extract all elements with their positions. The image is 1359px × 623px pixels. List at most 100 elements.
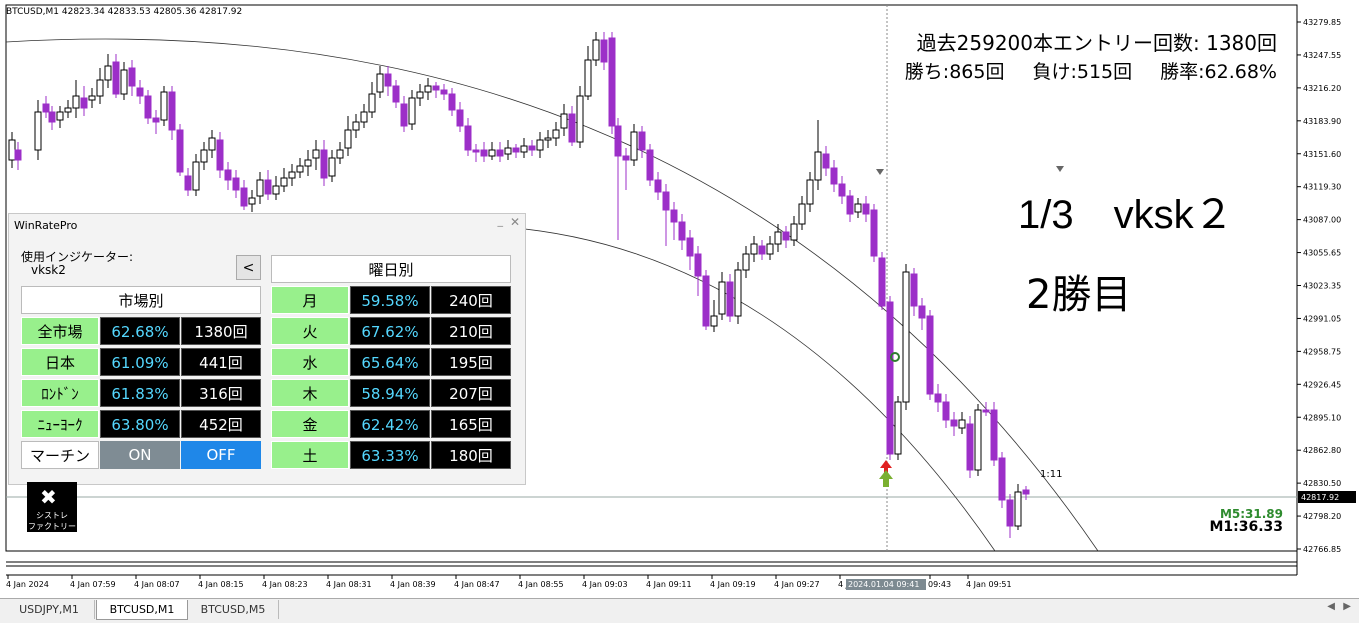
time-label: 4 Jan 08:07 <box>134 580 180 589</box>
weekday-count-wed: 195回 <box>431 348 511 376</box>
m1-timer: M1:36.33 <box>1209 519 1283 535</box>
bearish-candle <box>432 85 440 91</box>
market-name-all[interactable]: 全市場 <box>21 317 99 345</box>
chart-tab-bar: USDJPY,M1 BTCUSD,M1 BTCUSD,M5 ◀ ▶ <box>0 598 1359 623</box>
weekday-name-sat[interactable]: 土 <box>271 441 349 469</box>
bearish-candle <box>136 87 144 97</box>
bullish-candle <box>248 197 256 205</box>
bullish-candle <box>544 137 552 141</box>
annotation-win-count: 2勝目 <box>1026 272 1132 318</box>
bearish-candle <box>456 109 464 127</box>
martin-on-button[interactable]: ON <box>100 441 180 469</box>
bearish-candle <box>144 95 152 119</box>
market-name-london[interactable]: ﾛﾝﾄﾞﾝ <box>21 379 99 407</box>
bearish-candle <box>662 191 670 211</box>
bullish-candle <box>560 113 568 129</box>
bearish-candle <box>608 37 616 127</box>
bullish-candle <box>424 85 432 93</box>
close-icon[interactable]: ✕ <box>510 215 520 229</box>
bullish-candle <box>280 177 288 187</box>
systore-factory-logo: ✖ シストレ ファクトリー <box>27 482 77 532</box>
bearish-candle <box>600 39 608 63</box>
bullish-candle <box>72 95 80 109</box>
market-header[interactable]: 市場別 <box>21 286 261 314</box>
indicator-value: vksk2 <box>31 263 66 277</box>
bullish-candle <box>774 231 782 245</box>
weekday-name-tue[interactable]: 火 <box>271 317 349 345</box>
market-rate-london: 61.83% <box>100 379 180 407</box>
price-label: 43183.90 <box>1303 117 1341 126</box>
bearish-candle <box>990 409 998 461</box>
market-name-newyork[interactable]: ﾆｭｰﾖｰｸ <box>21 410 99 438</box>
bullish-candle <box>408 97 416 125</box>
current-price-label: 42817.92 <box>1301 493 1339 502</box>
back-button[interactable]: < <box>236 255 261 280</box>
weekday-name-thu[interactable]: 木 <box>271 379 349 407</box>
marker-triangle <box>876 169 884 175</box>
tab-usdjpy-m1[interactable]: USDJPY,M1 <box>4 600 95 619</box>
bullish-candle <box>192 161 200 191</box>
bearish-candle <box>1006 499 1014 527</box>
stats-wins: 勝ち:865回 <box>904 61 1005 83</box>
time-label: 4 Jan 08:47 <box>454 580 500 589</box>
bullish-candle <box>798 203 806 225</box>
weekday-count-mon: 240回 <box>431 286 511 314</box>
bullish-candle <box>88 95 96 101</box>
price-label: 42926.45 <box>1303 380 1341 389</box>
minimize-icon[interactable]: _ <box>498 214 504 227</box>
time-label: 4 Jan 09:19 <box>710 580 756 589</box>
price-label: 43151.60 <box>1303 150 1341 159</box>
bullish-candle <box>520 145 528 153</box>
bullish-candle <box>734 269 742 317</box>
bearish-candle <box>152 117 160 123</box>
time-label: 4 Jan 09:51 <box>966 580 1012 589</box>
winratepro-panel[interactable]: WinRatePro _ ✕ 使用インジケーター: vksk2 < 市場別 曜日… <box>8 213 526 485</box>
bearish-candle <box>48 111 56 123</box>
weekday-rate-fri: 62.42% <box>350 410 430 438</box>
weekday-count-thu: 207回 <box>431 379 511 407</box>
market-count-london: 316回 <box>181 379 261 407</box>
bullish-candle <box>718 281 726 315</box>
bearish-candle <box>918 305 926 319</box>
bearish-candle <box>966 423 974 471</box>
symbol-header: BTCUSD,M1 42823.34 42833.53 42805.36 428… <box>6 7 243 17</box>
bearish-candle <box>694 253 702 277</box>
price-label: 42991.05 <box>1303 314 1341 323</box>
weekday-name-mon[interactable]: 月 <box>271 286 349 314</box>
bullish-candle <box>552 129 560 139</box>
tab-btcusd-m5[interactable]: BTCUSD,M5 <box>188 600 279 619</box>
bullish-candle <box>504 147 512 155</box>
bullish-candle <box>710 315 718 327</box>
bullish-candle <box>376 73 384 93</box>
stats-win-rate: 勝率:62.68% <box>1160 61 1277 83</box>
weekday-name-fri[interactable]: 金 <box>271 410 349 438</box>
time-label: 4 Jan 2024 <box>6 580 49 589</box>
bullish-candle <box>1014 491 1022 527</box>
weekday-name-wed[interactable]: 水 <box>271 348 349 376</box>
martin-off-button[interactable]: OFF <box>181 441 261 469</box>
weekday-header[interactable]: 曜日別 <box>271 255 511 283</box>
tab-btcusd-m1[interactable]: BTCUSD,M1 <box>96 600 188 620</box>
bearish-candle <box>942 401 950 421</box>
bearish-candle <box>240 187 248 207</box>
scroll-left-icon[interactable]: ◀ <box>1327 601 1335 612</box>
bullish-candle <box>488 149 496 157</box>
bullish-candle <box>160 91 168 121</box>
time-label: 4 Jan 08:15 <box>198 580 244 589</box>
bearish-candle <box>176 129 184 173</box>
bearish-candle <box>726 281 734 317</box>
price-label: 42862.80 <box>1303 446 1341 455</box>
bearish-candle <box>472 149 480 153</box>
stats-losses: 負け:515回 <box>1032 61 1133 83</box>
weekday-rate-tue: 67.62% <box>350 317 430 345</box>
bearish-candle <box>638 131 646 151</box>
bullish-candle <box>96 79 104 97</box>
chart-area[interactable]: 43279.85 43247.55 43216.20 43183.90 43151.60… <box>0 0 1359 598</box>
bearish-candle <box>926 315 934 395</box>
market-name-japan[interactable]: 日本 <box>21 348 99 376</box>
weekday-rate-mon: 59.58% <box>350 286 430 314</box>
bearish-candle <box>998 457 1006 501</box>
scroll-right-icon[interactable]: ▶ <box>1343 601 1351 612</box>
price-label: 42766.85 <box>1303 545 1341 554</box>
bullish-candle <box>8 139 16 161</box>
